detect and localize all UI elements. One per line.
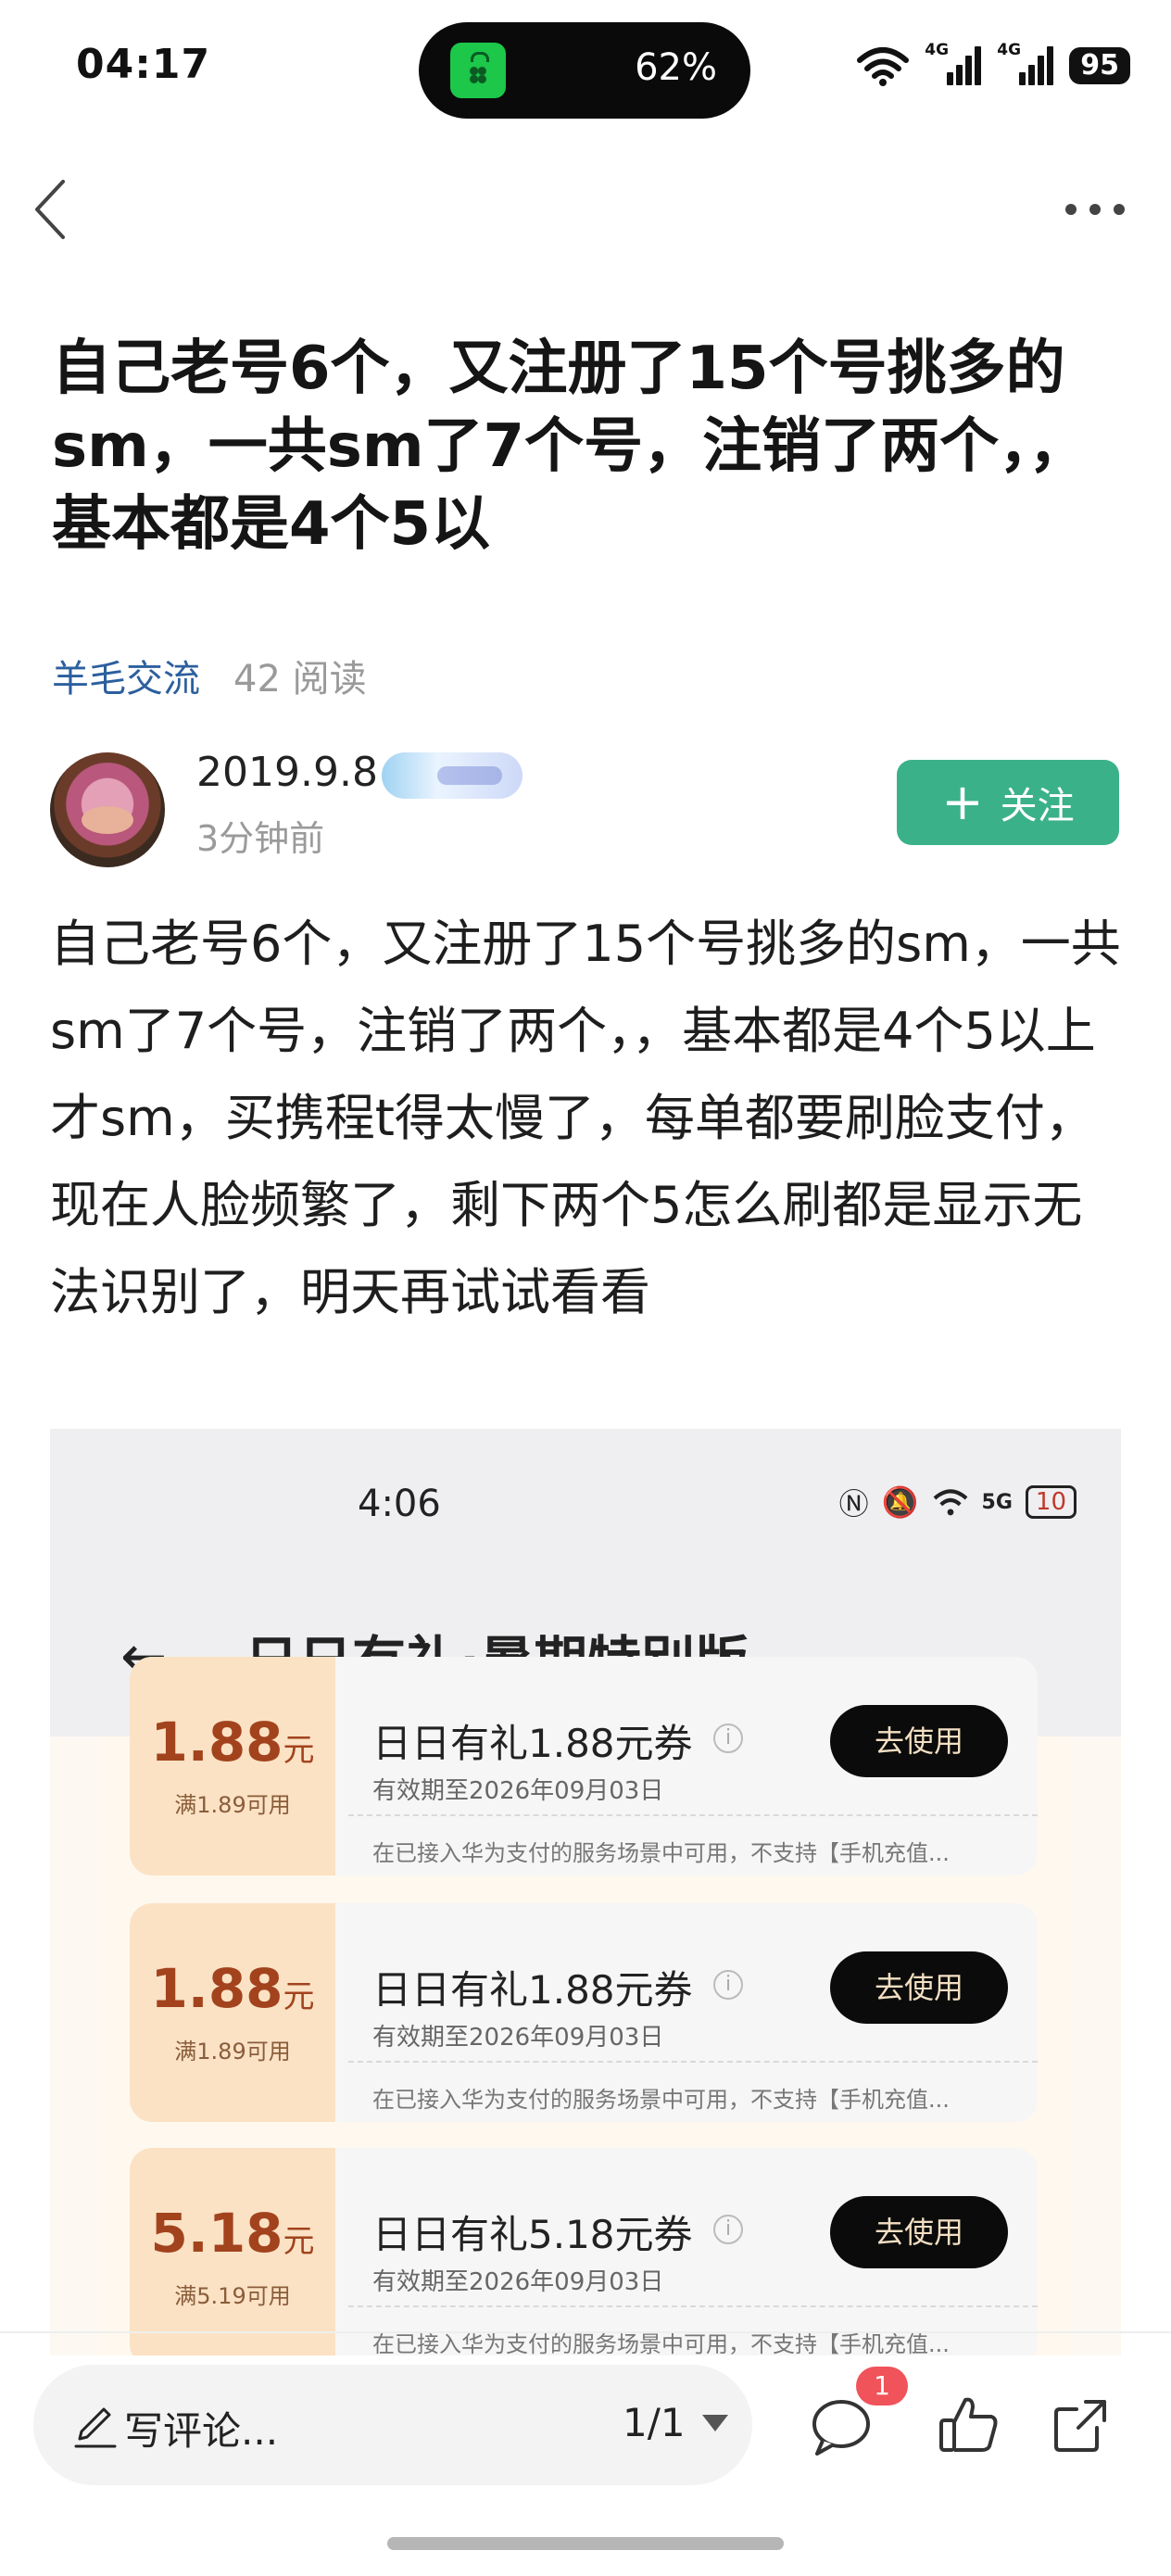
comment-placeholder: 写评论... — [124, 2408, 279, 2454]
status-icons: 4G 4G 95 — [856, 41, 1130, 89]
coupon-description: 在已接入华为支付的服务场景中可用，不支持【手机充值... — [372, 1840, 950, 1866]
use-coupon-button: 去使用 — [830, 1951, 1008, 2024]
back-button[interactable] — [26, 172, 82, 246]
plus-icon: + — [941, 773, 984, 831]
chevron-left-icon — [35, 180, 65, 239]
coupon-name: 日日有礼1.88元券 — [372, 1721, 693, 1766]
coupon-card: 1.88元 满1.89可用 日日有礼1.88元券 i 有效期至2026年09月0… — [130, 1903, 1038, 2122]
coupon-separator — [348, 2305, 1038, 2307]
read-count: 42 阅读 — [233, 658, 367, 701]
coupon-amount: 1.88元 — [150, 1711, 315, 1774]
battery-indicator: 95 — [1069, 47, 1130, 84]
post-time: 3分钟前 — [196, 818, 325, 859]
cellular-signal-icon: 4G — [925, 41, 982, 87]
nfc-icon: Ⓝ — [838, 1486, 869, 1522]
coupon-amount: 5.18元 — [150, 2202, 315, 2265]
coupon-validity: 有效期至2026年09月03日 — [372, 2268, 664, 2296]
coupon-card: 5.18元 满5.19可用 日日有礼5.18元券 i 有效期至2026年09月0… — [130, 2148, 1038, 2355]
coupon-condition: 满5.19可用 — [174, 2283, 291, 2309]
coupon-validity: 有效期至2026年09月03日 — [372, 2024, 664, 2052]
info-icon: i — [713, 1724, 743, 1753]
coupon-validity: 有效期至2026年09月03日 — [372, 1777, 664, 1805]
info-icon: i — [713, 1970, 743, 2000]
status-bar: 04:17 62% 4G 4G 95 — [0, 0, 1171, 139]
coupon-amount-panel: 1.88元 满1.89可用 — [130, 1903, 335, 2122]
post-image[interactable]: 4:06 Ⓝ 🔕 5G 10 ← 日日有礼·暑期特别版 1.88元 满1.89可… — [50, 1429, 1121, 2355]
thumbs-up-icon[interactable] — [936, 2391, 1002, 2457]
follow-button[interactable]: + 关注 — [897, 760, 1119, 845]
info-icon: i — [713, 2215, 743, 2244]
embedded-battery: 10 — [1025, 1485, 1077, 1519]
signal-type-label: 4G — [925, 41, 950, 59]
embedded-network-label: 5G — [981, 1490, 1013, 1514]
caret-down-icon[interactable] — [702, 2415, 728, 2431]
home-indicator[interactable] — [387, 2537, 784, 2550]
signal-type-label: 4G — [997, 41, 1022, 59]
author-name[interactable]: 2019.9.8 — [196, 749, 378, 796]
share-icon[interactable] — [1047, 2391, 1114, 2457]
author-avatar[interactable] — [50, 752, 165, 867]
mute-bell-icon: 🔕 — [881, 1484, 919, 1520]
bottom-divider — [0, 2331, 1171, 2333]
dynamic-island[interactable]: 62% — [419, 22, 750, 119]
coupon-separator — [348, 2061, 1038, 2063]
pencil-icon — [74, 2407, 117, 2448]
more-options-button[interactable] — [1056, 182, 1134, 237]
island-battery-percent: 62% — [635, 46, 717, 89]
comment-count-badge: 1 — [856, 2367, 908, 2406]
post-body: 自己老号6个，又注册了15个号挑多的sm，一共sm了7个号，注销了两个，，基本都… — [50, 915, 1121, 1321]
author-level-badge — [382, 752, 523, 799]
embedded-status-time: 4:06 — [358, 1483, 441, 1525]
use-coupon-button: 去使用 — [830, 2196, 1008, 2268]
cellular-signal-icon: 4G — [997, 41, 1054, 87]
comment-input[interactable]: 写评论... 1/1 — [33, 2365, 752, 2485]
shopping-app-icon — [450, 43, 506, 98]
embedded-status-icons: Ⓝ 🔕 5G 10 — [839, 1481, 1077, 1523]
coupon-amount: 1.88元 — [150, 1957, 315, 2020]
wifi-icon — [933, 1489, 967, 1516]
category-link[interactable]: 羊毛交流 — [52, 649, 200, 702]
post-title: 自己老号6个，又注册了15个号挑多的sm，一共sm了7个号，注销了两个，，基本都… — [52, 335, 1089, 559]
coupon-description: 在已接入华为支付的服务场景中可用，不支持【手机充值... — [372, 2087, 950, 2113]
coupon-separator — [348, 1814, 1038, 1816]
coupon-amount-panel: 5.18元 满5.19可用 — [130, 2148, 335, 2355]
post-meta: 羊毛交流 42 阅读 — [52, 649, 367, 702]
coupon-list: 1.88元 满1.89可用 日日有礼1.88元券 i 有效期至2026年09月0… — [102, 1657, 1069, 2355]
wifi-icon — [857, 47, 910, 86]
follow-label: 关注 — [1000, 785, 1075, 827]
use-coupon-button: 去使用 — [830, 1705, 1008, 1777]
status-time: 04:17 — [76, 41, 211, 88]
more-horizontal-icon — [1065, 204, 1125, 215]
coupon-name: 日日有礼5.18元券 — [372, 2212, 693, 2257]
coupon-condition: 满1.89可用 — [174, 1792, 291, 1818]
coupon-name: 日日有礼1.88元券 — [372, 1967, 693, 2013]
coupon-condition: 满1.89可用 — [174, 2039, 291, 2065]
coupon-amount-panel: 1.88元 满1.89可用 — [130, 1657, 335, 1875]
coupon-card: 1.88元 满1.89可用 日日有礼1.88元券 i 有效期至2026年09月0… — [130, 1657, 1038, 1875]
coupon-description: 在已接入华为支付的服务场景中可用，不支持【手机充值... — [372, 2331, 950, 2355]
page-indicator[interactable]: 1/1 — [623, 2400, 686, 2445]
